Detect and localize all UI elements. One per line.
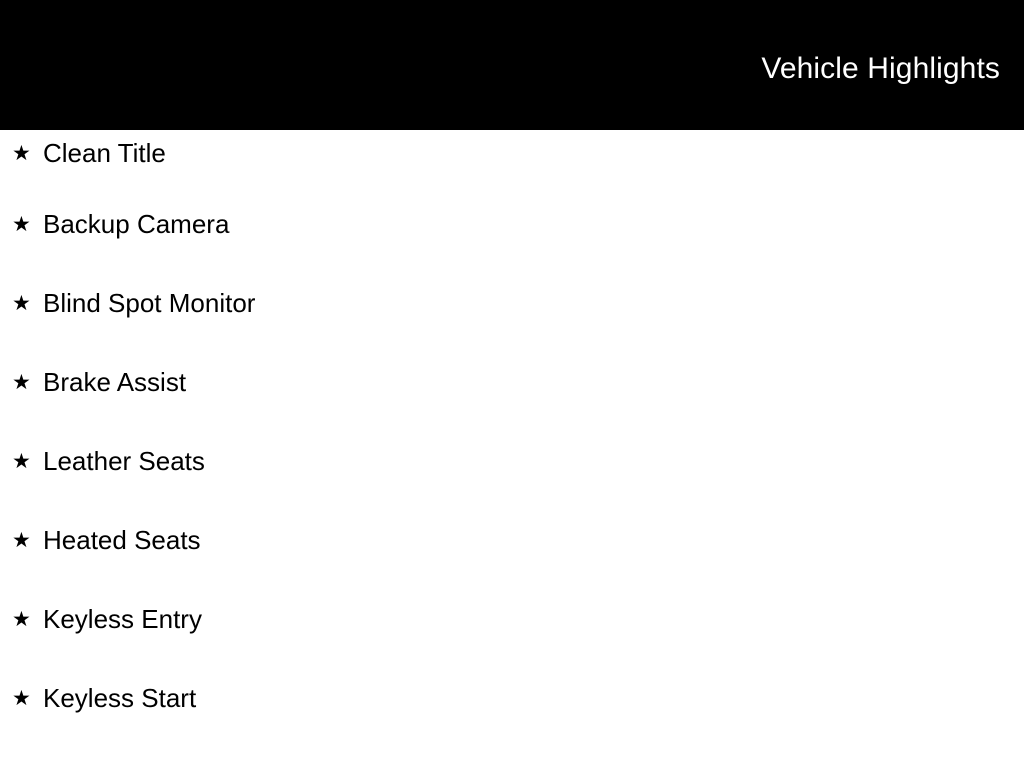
- highlight-label: Brake Assist: [43, 367, 187, 397]
- star-icon: ★: [12, 449, 31, 473]
- star-icon: ★: [12, 291, 31, 315]
- star-icon: ★: [12, 370, 31, 394]
- list-item: ★ Heated Seats: [0, 525, 1024, 604]
- star-icon: ★: [12, 141, 31, 165]
- highlight-label: Keyless Entry: [43, 604, 202, 634]
- star-icon: ★: [12, 212, 31, 236]
- list-item: ★ Blind Spot Monitor: [0, 288, 1024, 367]
- page-title: Vehicle Highlights: [761, 51, 1000, 85]
- highlight-label: Clean Title: [43, 138, 166, 168]
- vehicle-highlights-list: ★ Clean Title ★ Backup Camera ★ Blind Sp…: [0, 130, 1024, 762]
- list-item: ★ Brake Assist: [0, 367, 1024, 446]
- star-icon: ★: [12, 528, 31, 552]
- highlight-label: Blind Spot Monitor: [43, 288, 256, 318]
- highlight-label: Heated Seats: [43, 525, 201, 555]
- header-bar: Vehicle Highlights: [0, 0, 1024, 130]
- list-item: ★ Backup Camera: [0, 209, 1024, 288]
- star-icon: ★: [12, 607, 31, 631]
- list-item: ★ Clean Title: [0, 130, 1024, 209]
- star-icon: ★: [12, 686, 31, 710]
- highlight-label: Leather Seats: [43, 446, 205, 476]
- list-item: ★ Keyless Entry: [0, 604, 1024, 683]
- list-item: ★ Leather Seats: [0, 446, 1024, 525]
- list-item: ★ Keyless Start: [0, 683, 1024, 762]
- highlight-label: Keyless Start: [43, 683, 197, 713]
- vehicle-highlights-slide: Vehicle Highlights ★ Clean Title ★ Backu…: [0, 0, 1024, 768]
- highlight-label: Backup Camera: [43, 209, 230, 239]
